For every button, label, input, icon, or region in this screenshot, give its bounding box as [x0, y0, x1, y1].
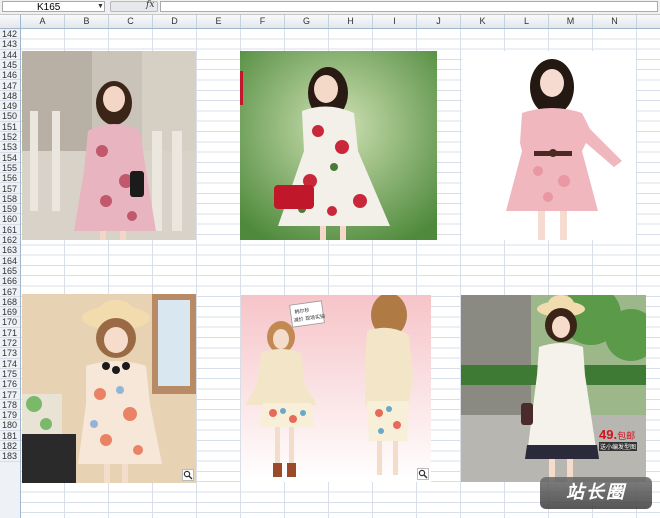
column-header-k[interactable]: K: [461, 15, 505, 28]
row-headers: 142 143 144 145 146 147 148 149 150 151 152 153 154 1…: [0, 29, 21, 518]
row-header-146[interactable]: 146: [0, 70, 20, 81]
row-header-170[interactable]: 170: [0, 317, 20, 328]
row-header-169[interactable]: 169: [0, 307, 20, 318]
row-header-159[interactable]: 159: [0, 204, 20, 215]
row-header-142[interactable]: 142: [0, 29, 20, 40]
site-watermark: 站长圈: [540, 477, 652, 509]
column-header-e[interactable]: E: [197, 15, 241, 28]
row-header-182[interactable]: 182: [0, 441, 20, 452]
row-header-150[interactable]: 150: [0, 111, 20, 122]
price-tag: 49.包邮 送小编发型图: [599, 427, 638, 451]
row-header-154[interactable]: 154: [0, 153, 20, 163]
row-header-161[interactable]: 161: [0, 225, 20, 235]
row-header-148[interactable]: 148: [0, 91, 20, 102]
row-header-152[interactable]: 152: [0, 132, 20, 143]
name-box[interactable]: K165: [2, 1, 105, 13]
row-header-175[interactable]: 175: [0, 369, 20, 380]
column-header-l[interactable]: L: [505, 15, 549, 28]
row-header-181[interactable]: 181: [0, 431, 20, 441]
column-header-m[interactable]: M: [549, 15, 593, 28]
row-header-155[interactable]: 155: [0, 163, 20, 174]
column-header-a[interactable]: A: [21, 15, 65, 28]
dress-photo-3[interactable]: [462, 51, 636, 240]
row-header-183[interactable]: 183: [0, 451, 20, 462]
row-header-179[interactable]: 179: [0, 410, 20, 421]
dress-photo-2[interactable]: [240, 51, 437, 240]
column-header-d[interactable]: D: [153, 15, 197, 28]
row-header-151[interactable]: 151: [0, 122, 20, 132]
row-header-164[interactable]: 164: [0, 256, 20, 266]
formula-input[interactable]: [160, 1, 658, 12]
row-header-172[interactable]: 172: [0, 338, 20, 349]
row-header-174[interactable]: 174: [0, 359, 20, 369]
row-header-156[interactable]: 156: [0, 173, 20, 184]
column-header-j[interactable]: J: [417, 15, 461, 28]
magnifier-icon[interactable]: [182, 469, 194, 481]
column-header-h[interactable]: H: [329, 15, 373, 28]
row-header-178[interactable]: 178: [0, 400, 20, 411]
formula-bar: K165 ▼ fx: [0, 0, 660, 15]
dress-photo-6[interactable]: 49.包邮 送小编发型图: [461, 295, 646, 482]
row-header-153[interactable]: 153: [0, 142, 20, 153]
row-header-160[interactable]: 160: [0, 214, 20, 225]
chevron-down-icon[interactable]: ▼: [97, 3, 104, 10]
dress-photo-1[interactable]: [22, 51, 196, 240]
row-header-165[interactable]: 165: [0, 266, 20, 277]
row-header-158[interactable]: 158: [0, 194, 20, 205]
row-header-166[interactable]: 166: [0, 276, 20, 287]
price-suffix: 包邮: [617, 431, 636, 441]
column-header-n[interactable]: N: [593, 15, 637, 28]
column-header-i[interactable]: I: [373, 15, 417, 28]
row-header-177[interactable]: 177: [0, 390, 20, 400]
row-header-149[interactable]: 149: [0, 101, 20, 112]
dress-photo-5[interactable]: 韩尔秒 减价 现场实拍: [241, 295, 431, 482]
row-header-163[interactable]: 163: [0, 245, 20, 256]
select-all-corner[interactable]: [0, 15, 21, 28]
row-header-147[interactable]: 147: [0, 81, 20, 91]
row-header-176[interactable]: 176: [0, 379, 20, 390]
row-header-168[interactable]: 168: [0, 297, 20, 308]
row-header-143[interactable]: 143: [0, 39, 20, 50]
row-header-171[interactable]: 171: [0, 328, 20, 338]
row-header-157[interactable]: 157: [0, 184, 20, 194]
price-subtext: 送小编发型图: [599, 442, 638, 451]
column-headers: ABCDEFGHIJKLMN: [0, 15, 660, 29]
row-header-180[interactable]: 180: [0, 420, 20, 431]
row-header-167[interactable]: 167: [0, 287, 20, 297]
row-header-144[interactable]: 144: [0, 50, 20, 60]
column-header-g[interactable]: G: [285, 15, 329, 28]
magnifier-icon[interactable]: [417, 468, 429, 480]
row-header-162[interactable]: 162: [0, 235, 20, 246]
row-header-145[interactable]: 145: [0, 60, 20, 71]
function-icon[interactable]: fx: [146, 0, 154, 10]
column-header-f[interactable]: F: [241, 15, 285, 28]
row-header-173[interactable]: 173: [0, 348, 20, 359]
column-header-c[interactable]: C: [109, 15, 153, 28]
dress-photo-4[interactable]: [22, 294, 196, 483]
price-value: 49.: [599, 427, 618, 442]
column-header-b[interactable]: B: [65, 15, 109, 28]
